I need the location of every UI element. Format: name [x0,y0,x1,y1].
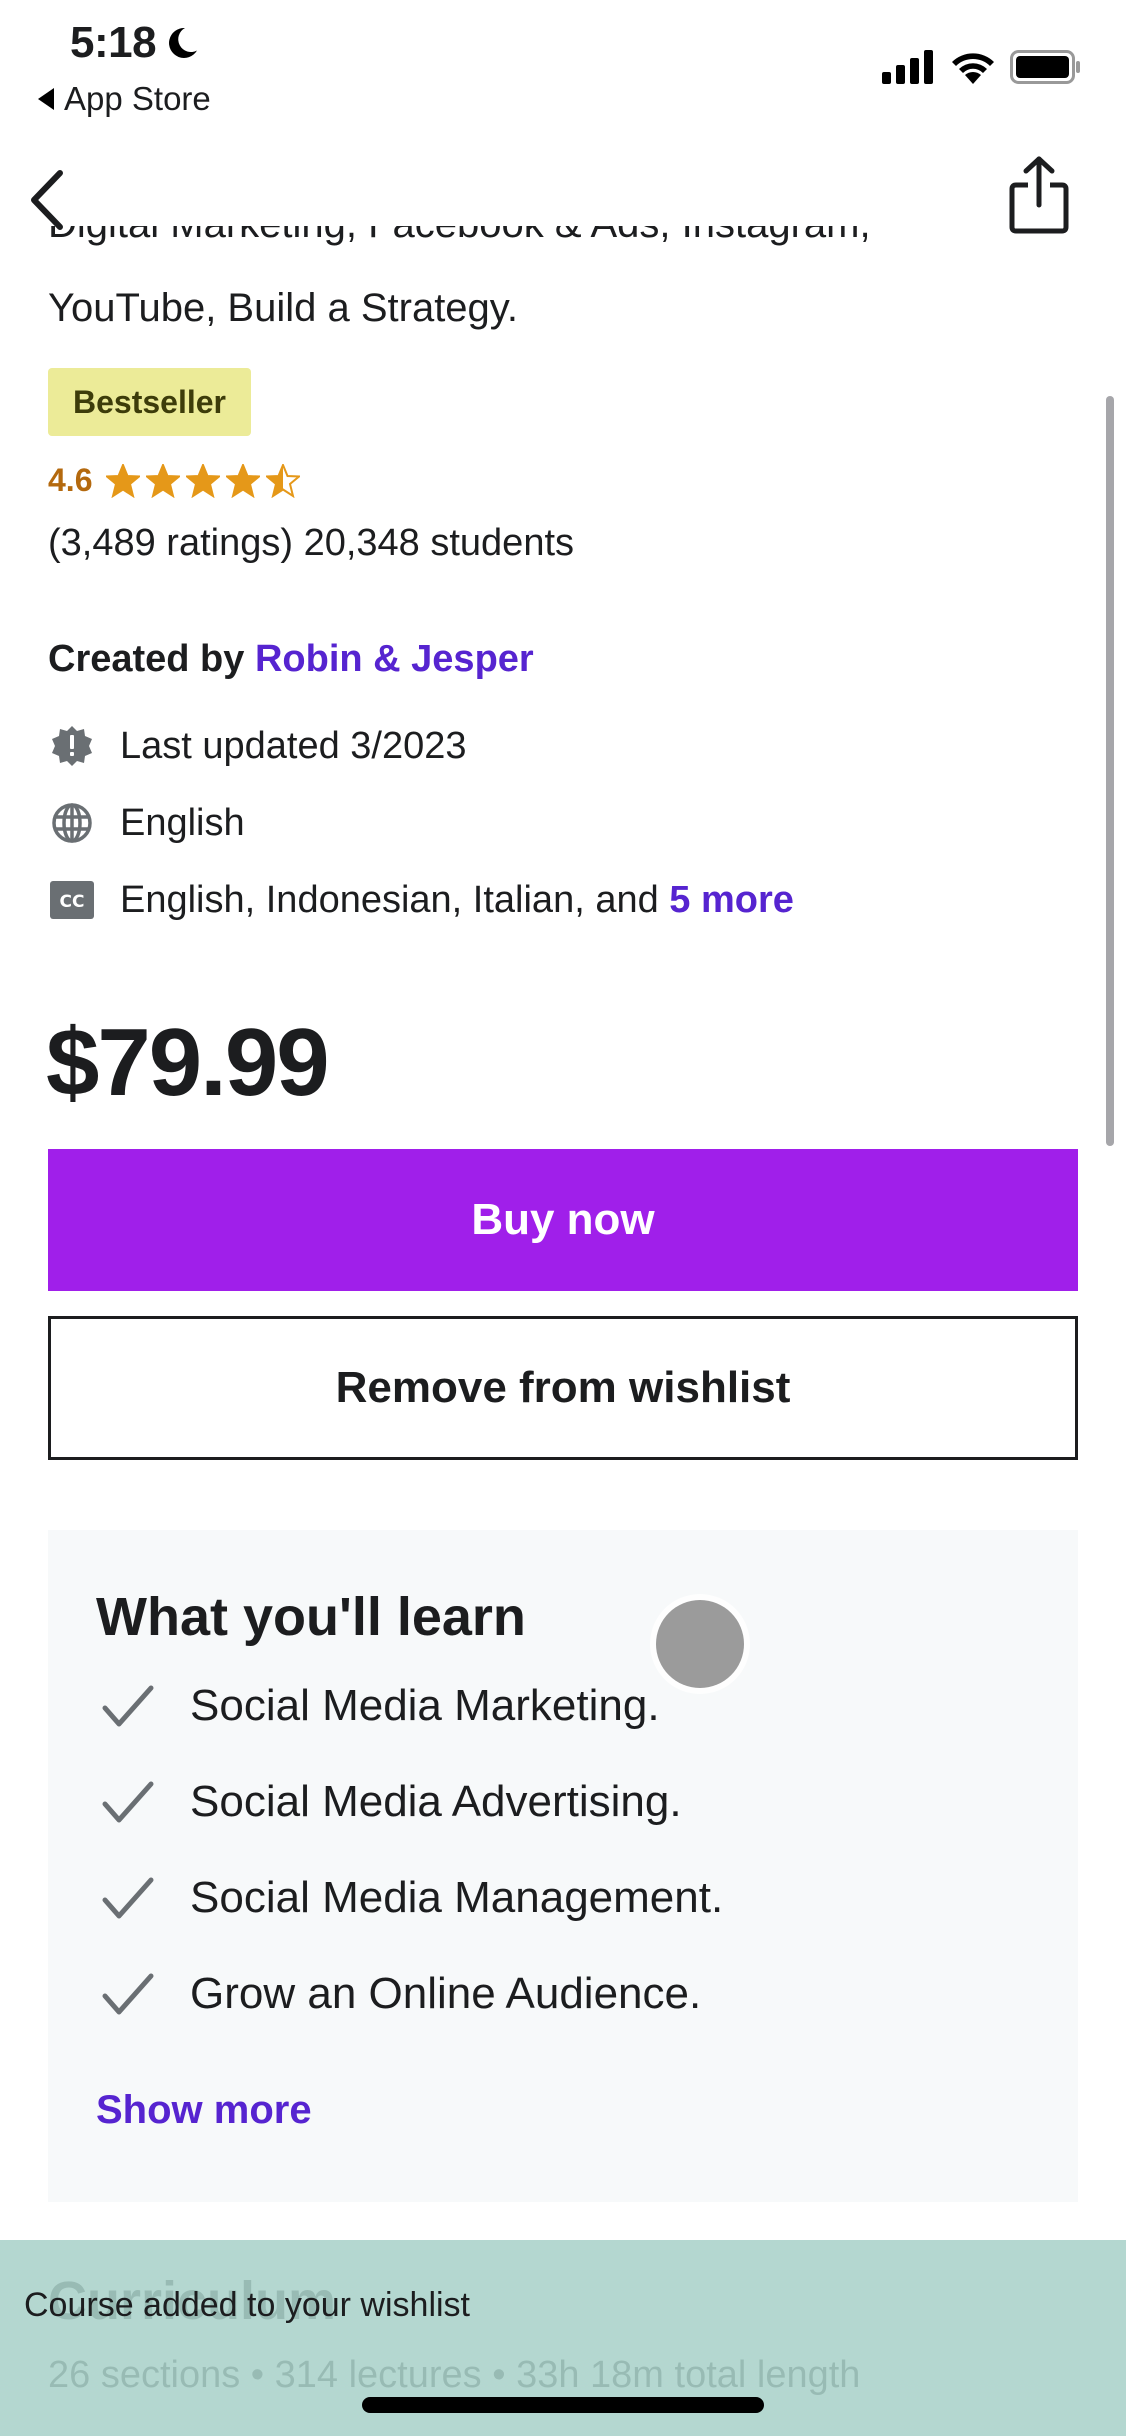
course-detail-screen: 5:18 App Store YouTube, Build a Strategy… [0,0,1126,2436]
battery-icon [1010,50,1080,84]
author-link[interactable]: Robin & Jesper [255,638,534,680]
scrollbar[interactable] [1106,396,1114,1146]
show-more-link[interactable]: Show more [96,2088,312,2133]
check-icon [96,1868,160,1928]
star-rating [106,463,301,498]
language-row: English [48,799,245,847]
back-button[interactable] [22,165,72,235]
ratings-students-count: (3,489 ratings) 20,348 students [48,522,575,564]
check-icon [96,1772,160,1832]
status-time: 5:18 [70,18,200,68]
cellular-signal-icon [882,50,933,84]
star-half-icon [266,463,301,498]
share-button[interactable] [1004,155,1074,235]
status-icons [882,50,1082,84]
learn-item: Social Media Advertising. [96,1772,682,1832]
last-updated-row: Last updated 3/2023 [48,722,467,770]
closed-captions-icon: CC [48,876,96,924]
toast-message: Course added to your wishlist [24,2286,471,2324]
back-triangle-icon [38,88,54,110]
star-full-icon [106,463,141,498]
home-indicator[interactable] [362,2397,764,2413]
captions-more-link[interactable]: 5 more [669,879,794,922]
learn-item: Social Media Marketing. [96,1676,660,1736]
buy-now-button[interactable]: Buy now [48,1149,1078,1291]
remove-from-wishlist-button[interactable]: Remove from wishlist [48,1316,1078,1460]
share-icon [1009,156,1069,234]
check-icon [96,1964,160,2024]
course-subtitle: YouTube, Build a Strategy. [48,286,518,330]
alert-badge-icon [48,722,96,770]
chevron-left-icon [31,170,63,230]
course-subtitle-partial: Digital Marketing, Facebook & Ads, Insta… [48,226,871,274]
touch-indicator [656,1600,744,1688]
section-title: What you'll learn [96,1587,526,1647]
what-youll-learn-section: What you'll learn Social Media Marketing… [48,1530,1078,2202]
star-full-icon [146,463,181,498]
globe-icon [48,799,96,847]
wifi-icon [952,53,994,84]
star-full-icon [186,463,221,498]
star-full-icon [226,463,261,498]
learn-item: Social Media Management. [96,1868,723,1928]
learn-item: Grow an Online Audience. [96,1964,701,2024]
check-icon [96,1676,160,1736]
rating-row: 4.6 [48,462,301,499]
rating-value: 4.6 [48,462,93,498]
svg-text:CC: CC [60,892,85,912]
course-price: $79.99 [46,1009,330,1116]
back-to-app-store[interactable]: App Store [38,80,211,118]
bestseller-badge: Bestseller [48,368,251,436]
created-by: Created by Robin & Jesper [48,638,534,680]
captions-row: CC English, Indonesian, Italian, and 5 m… [48,876,794,924]
moon-icon [169,27,198,58]
